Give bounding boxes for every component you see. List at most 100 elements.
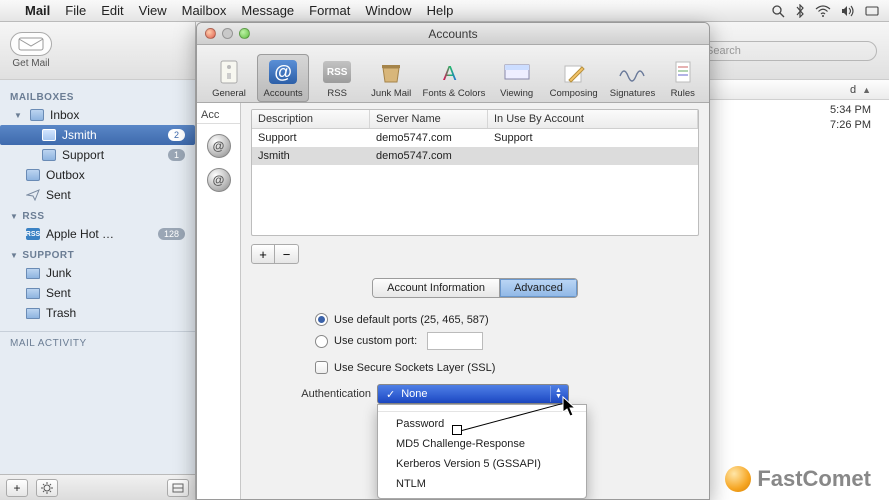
tab-viewing[interactable]: Viewing bbox=[491, 54, 543, 102]
inbox-icon bbox=[42, 129, 56, 141]
sidebar-item-rss[interactable]: RSS Apple Hot … 128 bbox=[0, 224, 195, 244]
tab-junk[interactable]: Junk Mail bbox=[365, 54, 417, 102]
menubar-help[interactable]: Help bbox=[427, 3, 454, 18]
get-mail-button[interactable]: Get Mail bbox=[10, 32, 52, 69]
switch-icon bbox=[213, 58, 245, 86]
add-mailbox-button[interactable]: + bbox=[6, 479, 28, 497]
minimize-window-button[interactable] bbox=[222, 28, 233, 39]
radio-default-ports[interactable]: Use default ports (25, 465, 587) bbox=[275, 310, 675, 329]
sidebar-item-trash[interactable]: Trash bbox=[0, 303, 195, 323]
sidebar-item-label: Sent bbox=[46, 286, 71, 300]
toggle-activity-button[interactable] bbox=[167, 479, 189, 497]
menubar-format[interactable]: Format bbox=[309, 3, 350, 18]
tab-signatures[interactable]: Signatures bbox=[605, 54, 661, 102]
menu-item-md5[interactable]: MD5 Challenge-Response bbox=[378, 434, 586, 454]
message-row[interactable]: 5:34 PM bbox=[830, 104, 871, 116]
sidebar-item-label: Outbox bbox=[46, 168, 85, 182]
sidebar-footer: + bbox=[0, 474, 195, 500]
account-avatar[interactable]: @ bbox=[207, 168, 231, 192]
tab-fonts[interactable]: A Fonts & Colors bbox=[419, 54, 488, 102]
table-row[interactable]: Support demo5747.com Support bbox=[252, 129, 698, 147]
action-button[interactable] bbox=[36, 479, 58, 497]
radio-icon bbox=[315, 335, 328, 348]
disclosure-triangle-icon[interactable]: ▼ bbox=[10, 212, 18, 221]
message-row[interactable]: 7:26 PM bbox=[830, 119, 871, 131]
account-avatar[interactable]: @ bbox=[207, 134, 231, 158]
column-received[interactable]: d bbox=[850, 84, 856, 96]
sidebar-item-outbox[interactable]: Outbox bbox=[0, 165, 195, 185]
sidebar-item-junk[interactable]: Junk bbox=[0, 263, 195, 283]
checkmark-icon: ✓ bbox=[386, 388, 395, 401]
tab-general[interactable]: General bbox=[203, 54, 255, 102]
authentication-popup: ✓ None ▲▼ Password MD5 Challenge-Respons… bbox=[377, 384, 569, 404]
menubar-edit[interactable]: Edit bbox=[101, 3, 123, 18]
tab-advanced[interactable]: Advanced bbox=[500, 279, 577, 297]
menubar-window[interactable]: Window bbox=[365, 3, 411, 18]
menubar-app[interactable]: Mail bbox=[25, 3, 50, 18]
preferences-titlebar[interactable]: Accounts bbox=[197, 23, 709, 45]
wifi-icon[interactable] bbox=[815, 5, 831, 17]
tab-account-info[interactable]: Account Information bbox=[373, 279, 500, 297]
ssl-checkbox-row[interactable]: Use Secure Sockets Layer (SSL) bbox=[275, 353, 675, 380]
remove-server-button[interactable]: − bbox=[275, 244, 299, 264]
sidebar-item-support[interactable]: Support 1 bbox=[0, 145, 195, 165]
rss-icon: RSS bbox=[321, 58, 353, 86]
close-window-button[interactable] bbox=[205, 28, 216, 39]
add-remove-buttons: + − bbox=[251, 244, 699, 264]
menu-item-password[interactable]: Password bbox=[378, 411, 586, 434]
menu-item-ntlm[interactable]: NTLM bbox=[378, 474, 586, 494]
menu-extra-icon[interactable] bbox=[865, 5, 879, 17]
rss-icon: RSS bbox=[26, 228, 40, 240]
menu-item-kerberos[interactable]: Kerberos Version 5 (GSSAPI) bbox=[378, 454, 586, 474]
zoom-window-button[interactable] bbox=[239, 28, 250, 39]
menubar-view[interactable]: View bbox=[139, 3, 167, 18]
bluetooth-icon[interactable] bbox=[795, 4, 805, 18]
authentication-select[interactable]: ✓ None ▲▼ bbox=[377, 384, 569, 404]
accounts-list: Acc @ @ bbox=[197, 103, 241, 499]
folder-icon bbox=[26, 308, 40, 319]
tab-rules[interactable]: Rules bbox=[662, 54, 703, 102]
sidebar-item-inbox[interactable]: ▼ Inbox bbox=[0, 105, 195, 125]
sort-indicator-icon[interactable]: ▲ bbox=[862, 85, 871, 95]
preferences-toolbar: General @ Accounts RSS RSS Junk Mail A F… bbox=[197, 45, 709, 103]
column-inuse[interactable]: In Use By Account bbox=[488, 110, 698, 128]
search-input[interactable]: Search bbox=[697, 41, 877, 61]
menubar-file[interactable]: File bbox=[65, 3, 86, 18]
at-icon: @ bbox=[267, 58, 299, 86]
authentication-selected: None bbox=[401, 388, 427, 400]
fonts-icon: A bbox=[438, 58, 470, 86]
smtp-server-table: Description Server Name In Use By Accoun… bbox=[251, 109, 699, 236]
tab-rss[interactable]: RSS RSS bbox=[311, 54, 363, 102]
sidebar-item-label: Junk bbox=[46, 266, 71, 280]
add-server-button[interactable]: + bbox=[251, 244, 275, 264]
watermark: FastComet bbox=[725, 466, 871, 492]
volume-icon[interactable] bbox=[841, 5, 855, 17]
column-server[interactable]: Server Name bbox=[370, 110, 488, 128]
tab-accounts[interactable]: @ Accounts bbox=[257, 54, 309, 102]
system-menubar: Mail File Edit View Mailbox Message Form… bbox=[0, 0, 889, 22]
rules-icon bbox=[667, 58, 699, 86]
sidebar-item-sent[interactable]: Sent bbox=[0, 185, 195, 205]
server-tabs: Account Information Advanced bbox=[372, 278, 578, 298]
disclosure-triangle-icon[interactable]: ▼ bbox=[14, 111, 24, 120]
sidebar: Get Mail MAILBOXES ▼ Inbox Jsmith 2 Supp… bbox=[0, 22, 196, 500]
radio-custom-port[interactable]: Use custom port: bbox=[275, 329, 675, 353]
tab-composing[interactable]: Composing bbox=[545, 58, 603, 102]
preferences-body: Acc @ @ Description Server Name In Use B… bbox=[197, 103, 709, 499]
section-mail-activity: MAIL ACTIVITY bbox=[0, 331, 195, 355]
disclosure-triangle-icon[interactable]: ▼ bbox=[10, 251, 18, 260]
authentication-row: Authentication ✓ None ▲▼ Password MD5 Ch… bbox=[275, 380, 675, 408]
sidebar-item-jsmith[interactable]: Jsmith 2 bbox=[0, 125, 195, 145]
search-placeholder: Search bbox=[706, 45, 741, 57]
column-description[interactable]: Description bbox=[252, 110, 370, 128]
menubar-message[interactable]: Message bbox=[241, 3, 294, 18]
watermark-logo-icon bbox=[725, 466, 751, 492]
spotlight-icon[interactable] bbox=[771, 4, 785, 18]
table-row[interactable]: Jsmith demo5747.com bbox=[252, 147, 698, 165]
sidebar-item-sent-folder[interactable]: Sent bbox=[0, 283, 195, 303]
folder-icon bbox=[26, 288, 40, 299]
menubar-mailbox[interactable]: Mailbox bbox=[182, 3, 227, 18]
composing-icon bbox=[560, 62, 588, 86]
inbox-icon bbox=[42, 149, 56, 161]
custom-port-input[interactable] bbox=[427, 332, 483, 350]
